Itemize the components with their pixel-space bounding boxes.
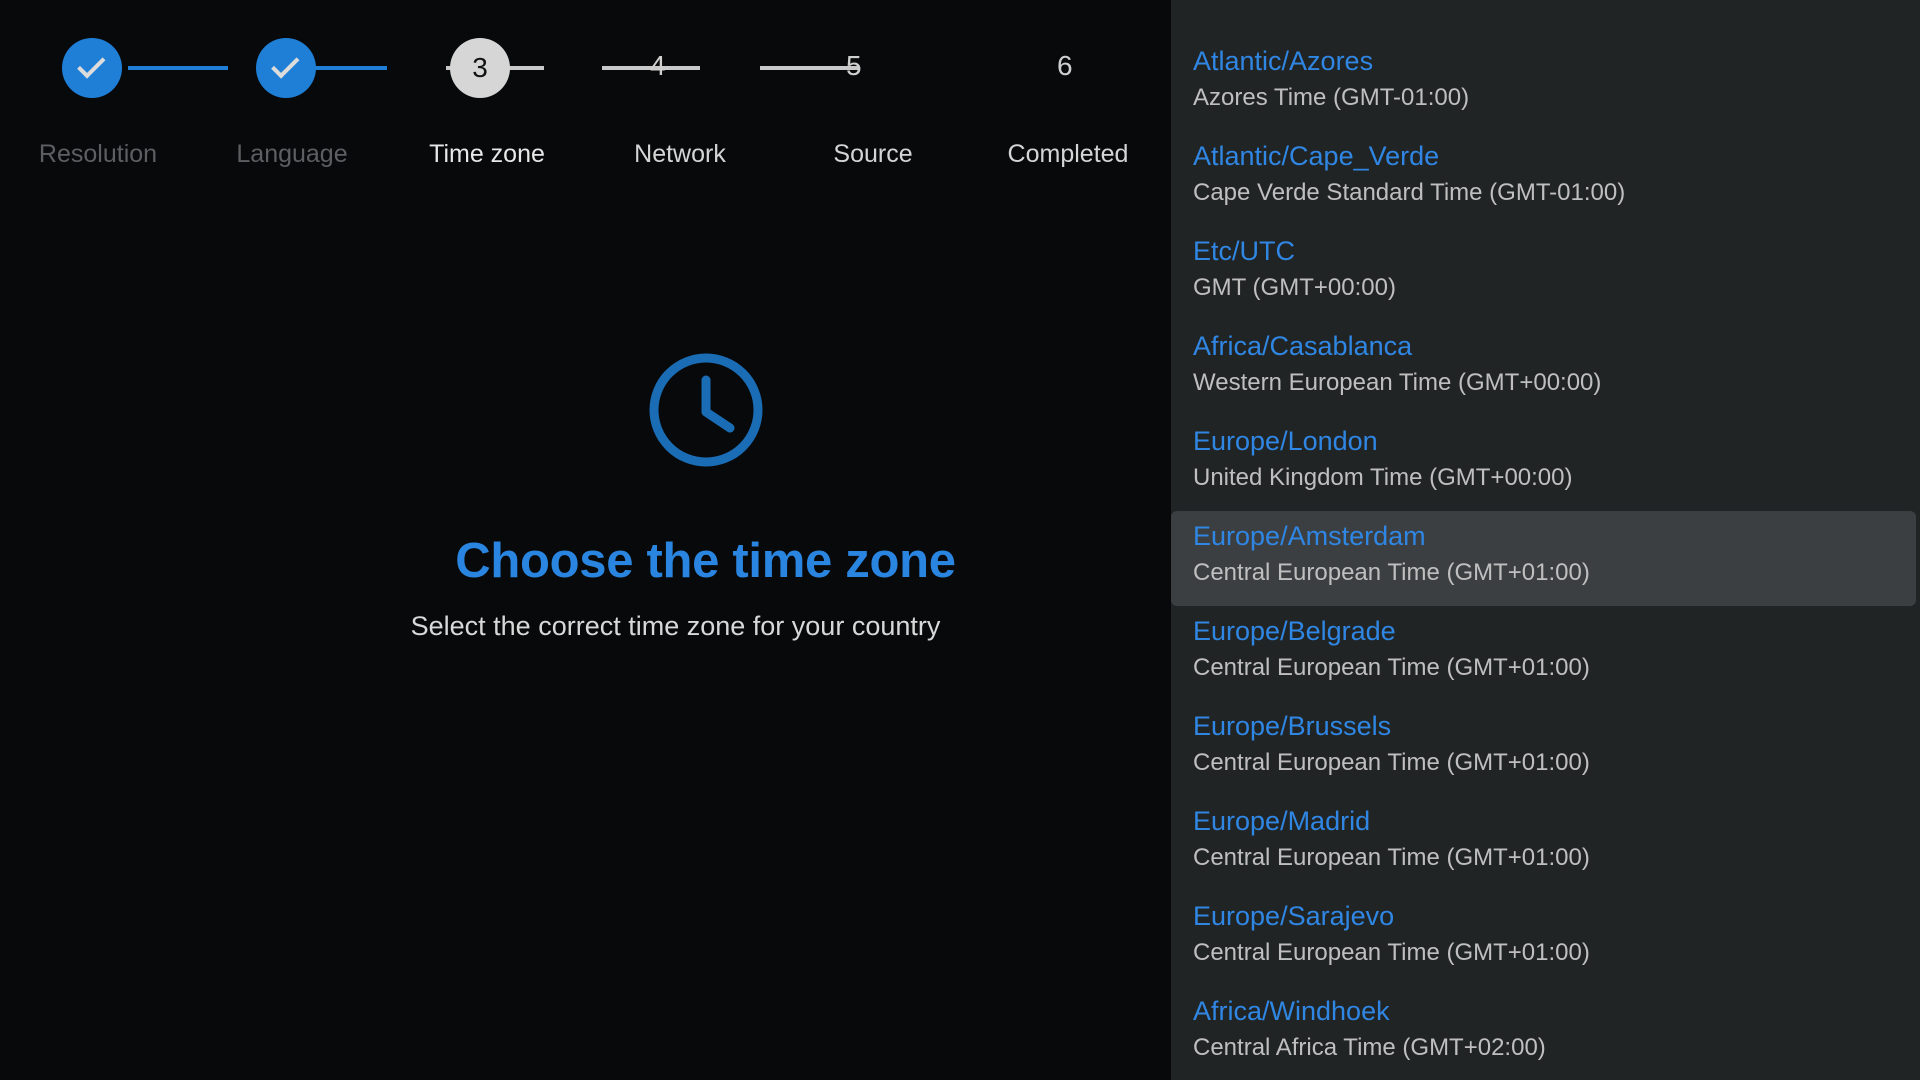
timezone-name: Europe/Madrid: [1193, 806, 1371, 836]
clock-icon: [646, 350, 766, 475]
timezone-name: Europe/Amsterdam: [1193, 521, 1426, 551]
timezone-row[interactable]: Europe/Sarajevo Central European Time (GM…: [1171, 891, 1916, 986]
stepper-label-timezone: Time zone: [429, 140, 545, 168]
timezone-row[interactable]: Europe/Amsterdam Central European Time (G…: [1171, 511, 1916, 606]
stepper-node-language[interactable]: [256, 38, 316, 98]
timezone-name: Europe/Belgrade: [1193, 616, 1396, 646]
timezone-description: Central European Time (GMT+01:00): [1193, 654, 1590, 682]
timezone-name: Europe/Sarajevo: [1193, 901, 1395, 931]
timezone-description: Central European Time (GMT+01:00): [1193, 844, 1590, 872]
timezone-name: Etc/UTC: [1193, 236, 1296, 266]
timezone-row[interactable]: Europe/Brussels Central European Time (GM…: [1171, 701, 1916, 796]
timezone-name: Atlantic/Azores: [1193, 46, 1374, 76]
step-bubble-current-3: 3: [450, 38, 510, 98]
step-number-5: 5: [846, 50, 862, 81]
check-icon: [271, 50, 300, 79]
stepper-connector-5-6: [760, 66, 858, 70]
timezone-row[interactable]: Africa/Casablanca Western European Time (…: [1171, 321, 1916, 416]
step-bubble-done-2: [256, 38, 316, 98]
timezone-description: Western European Time (GMT+00:00): [1193, 369, 1602, 397]
setup-wizard-screen: Resolution Language 3 Time zone 4 Networ…: [0, 0, 1920, 1080]
timezone-row[interactable]: Etc/UTC GMT (GMT+00:00): [1171, 226, 1916, 321]
timezone-name: Europe/Brussels: [1193, 711, 1392, 741]
timezone-name: Europe/London: [1193, 426, 1378, 456]
stepper-node-resolution[interactable]: [62, 38, 122, 98]
stepper-label-resolution: Resolution: [38, 140, 158, 168]
timezone-description: GMT (GMT+00:00): [1193, 274, 1396, 302]
timezone-description: Central European Time (GMT+01:00): [1193, 749, 1590, 777]
timezone-row[interactable]: Europe/London United Kingdom Time (GMT+00…: [1171, 416, 1916, 511]
timezone-name: Africa/Windhoek: [1193, 996, 1390, 1026]
stepper-label-completed: Completed: [1007, 140, 1129, 168]
timezone-name: Africa/Casablanca: [1193, 331, 1413, 361]
timezone-row[interactable]: Europe/Belgrade Central European Time (GM…: [1171, 606, 1916, 701]
timezone-description: United Kingdom Time (GMT+00:00): [1193, 464, 1573, 492]
page-subtitle: Select the correct time zone for your co…: [410, 611, 941, 641]
left-pane: Resolution Language 3 Time zone 4 Networ…: [0, 0, 1171, 1080]
step-bubble-done-1: [62, 38, 122, 98]
timezone-row[interactable]: Africa/Windhoek Central Africa Time (GMT+…: [1171, 986, 1916, 1080]
timezone-description: Central European Time (GMT+01:00): [1193, 939, 1590, 967]
timezone-row[interactable]: Atlantic/Cape_Verde Cape Verde Standard T…: [1171, 131, 1916, 226]
timezone-row[interactable]: Europe/Madrid Central European Time (GMT+…: [1171, 796, 1916, 891]
stepper-label-network: Network: [634, 140, 726, 168]
progress-stepper: Resolution Language 3 Time zone 4 Networ…: [0, 0, 1171, 190]
timezone-row[interactable]: Atlantic/Azores Azores Time (GMT-01:00): [1171, 36, 1916, 131]
page-title: Choose the time zone: [455, 534, 956, 588]
timezone-description: Azores Time (GMT-01:00): [1193, 84, 1470, 112]
step-number-6: 6: [1057, 50, 1073, 81]
stepper-node-completed[interactable]: 6: [1057, 52, 1073, 80]
stepper-node-network[interactable]: 4: [650, 52, 666, 80]
stepper-node-timezone[interactable]: 3: [450, 38, 510, 98]
timezone-list[interactable]: Atlantic/Azores Azores Time (GMT-01:00) At…: [1171, 0, 1920, 1080]
timezone-name: Atlantic/Cape_Verde: [1193, 141, 1440, 171]
step-number-4: 4: [650, 50, 666, 81]
stepper-node-source[interactable]: 5: [846, 52, 862, 80]
stepper-label-language: Language: [236, 140, 348, 168]
stepper-label-source: Source: [833, 140, 913, 168]
main-content: Choose the time zone Select the correct …: [0, 350, 1171, 642]
stepper-connector-1-2: [128, 66, 228, 70]
timezone-description: Cape Verde Standard Time (GMT-01:00): [1193, 179, 1626, 207]
step-number-3: 3: [472, 52, 488, 83]
clock-icon-svg: [649, 353, 762, 467]
check-icon: [77, 50, 106, 79]
timezone-description: Central European Time (GMT+01:00): [1193, 559, 1590, 587]
timezone-description: Central Africa Time (GMT+02:00): [1193, 1034, 1546, 1062]
